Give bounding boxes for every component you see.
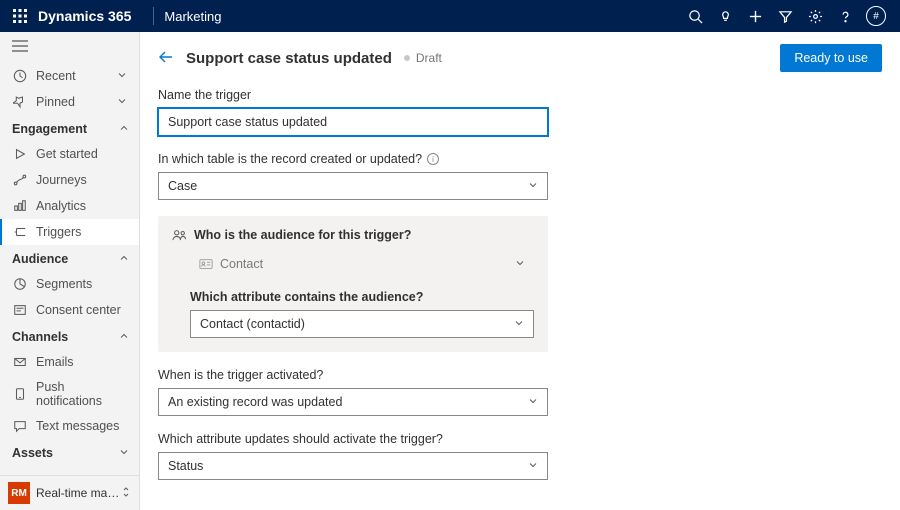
field-name: Name the trigger Support case status upd… <box>158 88 682 136</box>
user-avatar[interactable]: # <box>866 6 886 26</box>
ready-to-use-button[interactable]: Ready to use <box>780 44 882 72</box>
play-icon <box>12 146 28 162</box>
sidebar-item-analytics[interactable]: Analytics <box>0 193 139 219</box>
chevron-up-icon <box>119 122 129 136</box>
search-icon[interactable] <box>680 0 710 32</box>
area-name: Real-time marketi… <box>36 486 121 500</box>
chevron-down-icon <box>528 179 538 193</box>
lightbulb-icon[interactable] <box>710 0 740 32</box>
sidebar-item-journeys[interactable]: Journeys <box>0 167 139 193</box>
sidebar-item-getstarted[interactable]: Get started <box>0 141 139 167</box>
sidebar-group-engagement[interactable]: Engagement <box>0 115 139 141</box>
sidebar-item-consent[interactable]: Consent center <box>0 297 139 323</box>
consent-icon <box>12 302 28 318</box>
sidebar-item-label: Pinned <box>36 95 117 109</box>
sidebar-item-triggers[interactable]: Triggers <box>0 219 139 245</box>
name-input[interactable]: Support case status updated <box>158 108 548 136</box>
sidebar-group-channels[interactable]: Channels <box>0 323 139 349</box>
field-label: Which attribute updates should activate … <box>158 432 682 446</box>
chevron-down-icon <box>528 395 538 409</box>
page-header: Support case status updated Draft Ready … <box>140 32 900 84</box>
add-icon[interactable] <box>740 0 770 32</box>
chevron-down-icon <box>117 69 129 83</box>
chevron-down-icon <box>515 257 525 271</box>
clock-icon <box>12 68 28 84</box>
chevron-up-icon <box>119 330 129 344</box>
pin-icon <box>12 94 28 110</box>
sidebar-item-push[interactable]: Push notifications <box>0 375 139 413</box>
table-select[interactable]: Case <box>158 172 548 200</box>
app-launcher-icon[interactable] <box>12 8 28 24</box>
brand-label[interactable]: Dynamics 365 <box>38 8 131 24</box>
hamburger-icon[interactable] <box>0 32 139 63</box>
field-table: In which table is the record created or … <box>158 152 682 200</box>
chevron-down-icon <box>514 317 524 331</box>
top-nav-bar: Dynamics 365 Marketing # <box>0 0 900 32</box>
message-icon <box>12 418 28 434</box>
activated-select[interactable]: An existing record was updated <box>158 388 548 416</box>
field-label: Which attribute contains the audience? <box>190 290 534 304</box>
phone-icon <box>12 386 28 402</box>
sidebar-item-label: Recent <box>36 69 117 83</box>
field-updates: Which attribute updates should activate … <box>158 432 682 480</box>
field-label: Name the trigger <box>158 88 682 102</box>
settings-icon[interactable] <box>800 0 830 32</box>
sidebar-recent[interactable]: Recent <box>0 63 139 89</box>
audience-header: Who is the audience for this trigger? <box>172 228 534 242</box>
status-badge: Draft <box>404 51 442 65</box>
area-switcher[interactable]: RM Real-time marketi… <box>0 475 139 510</box>
chevron-down-icon <box>528 459 538 473</box>
back-button[interactable] <box>158 49 174 68</box>
page-title: Support case status updated <box>186 50 392 67</box>
chevron-down-icon <box>117 95 129 109</box>
divider <box>153 7 154 25</box>
chevron-up-icon <box>119 252 129 266</box>
filter-icon[interactable] <box>770 0 800 32</box>
field-label: When is the trigger activated? <box>158 368 682 382</box>
main-content: Support case status updated Draft Ready … <box>140 32 900 510</box>
sidebar-item-text[interactable]: Text messages <box>0 413 139 439</box>
trigger-icon <box>12 224 28 240</box>
analytics-icon <box>12 198 28 214</box>
field-label: In which table is the record created or … <box>158 152 682 166</box>
sidebar-group-assets[interactable]: Assets <box>0 439 139 465</box>
email-icon <box>12 354 28 370</box>
help-icon[interactable] <box>830 0 860 32</box>
audience-type-select: Contact <box>190 250 534 278</box>
field-activated: When is the trigger activated? An existi… <box>158 368 682 416</box>
sidebar: Recent Pinned Engagement Get started Jou… <box>0 32 140 510</box>
updates-select[interactable]: Status <box>158 452 548 480</box>
area-badge: RM <box>8 482 30 504</box>
sidebar-group-audience[interactable]: Audience <box>0 245 139 271</box>
sidebar-item-segments[interactable]: Segments <box>0 271 139 297</box>
updown-icon <box>121 486 131 501</box>
info-icon[interactable]: i <box>427 153 439 165</box>
journey-icon <box>12 172 28 188</box>
chevron-down-icon <box>119 446 129 460</box>
contact-icon <box>199 258 213 270</box>
segments-icon <box>12 276 28 292</box>
audience-attribute-select[interactable]: Contact (contactid) <box>190 310 534 338</box>
sidebar-item-emails[interactable]: Emails <box>0 349 139 375</box>
area-label[interactable]: Marketing <box>164 9 221 24</box>
sidebar-pinned[interactable]: Pinned <box>0 89 139 115</box>
audience-icon <box>172 229 187 242</box>
audience-panel: Who is the audience for this trigger? Co… <box>158 216 548 352</box>
